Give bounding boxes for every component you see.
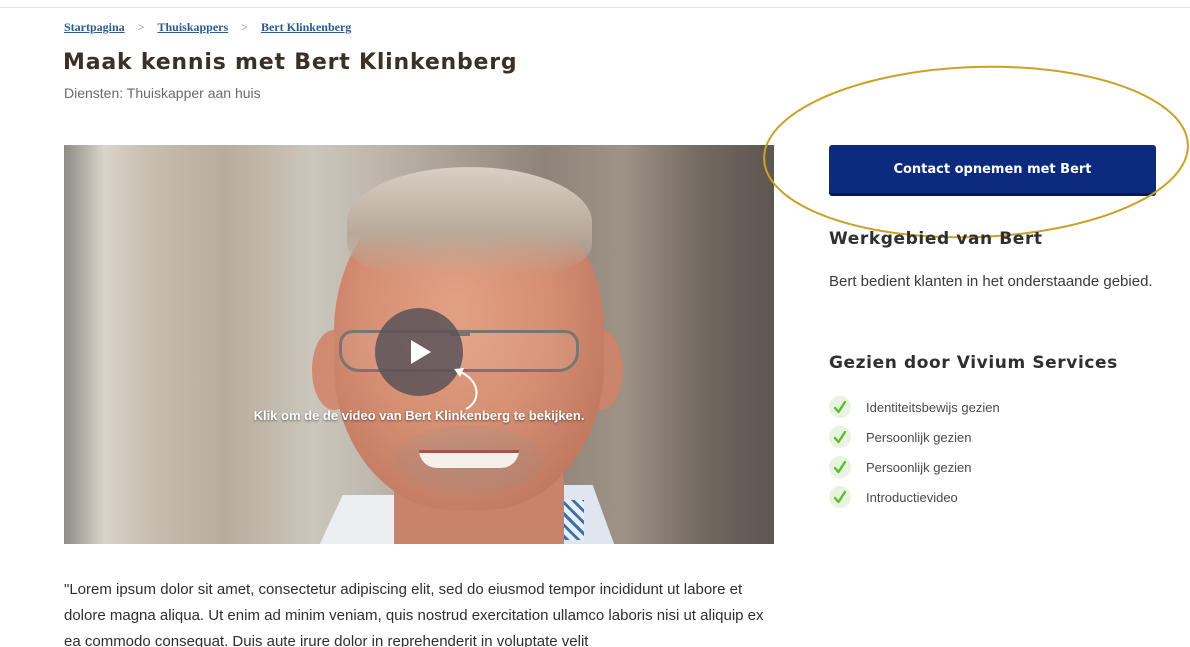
breadcrumb-current[interactable]: Bert Klinkenberg bbox=[261, 20, 351, 34]
services-text: Diensten: Thuiskapper aan huis bbox=[64, 85, 261, 101]
check-icon bbox=[829, 486, 851, 508]
video-caption: Klik om de de video van Bert Klinkenberg… bbox=[253, 408, 585, 423]
play-icon bbox=[411, 340, 431, 364]
verified-list: Identiteitsbewijs gezien Persoonlijk gez… bbox=[829, 392, 1000, 512]
list-item: Identiteitsbewijs gezien bbox=[829, 392, 1000, 422]
list-item: Persoonlijk gezien bbox=[829, 422, 1000, 452]
werkgebied-text: Bert bedient klanten in het onderstaande… bbox=[829, 273, 1153, 290]
verified-item-label: Persoonlijk gezien bbox=[866, 429, 972, 445]
verified-heading: Gezien door Vivium Services bbox=[829, 353, 1118, 373]
list-item: Introductievideo bbox=[829, 482, 1000, 512]
play-button[interactable] bbox=[375, 308, 463, 396]
breadcrumb-thuiskappers[interactable]: Thuiskappers bbox=[157, 20, 228, 34]
video-thumbnail-shape bbox=[347, 167, 592, 277]
page-title: Maak kennis met Bert Klinkenberg bbox=[63, 50, 518, 75]
verified-item-label: Identiteitsbewijs gezien bbox=[866, 399, 1000, 415]
list-item: Persoonlijk gezien bbox=[829, 452, 1000, 482]
check-icon bbox=[829, 396, 851, 418]
breadcrumb-separator: > bbox=[241, 20, 248, 34]
verified-item-label: Persoonlijk gezien bbox=[866, 459, 972, 475]
verified-item-label: Introductievideo bbox=[866, 489, 958, 505]
breadcrumb-startpagina[interactable]: Startpagina bbox=[64, 20, 125, 34]
contact-button[interactable]: Contact opnemen met Bert bbox=[829, 145, 1156, 193]
top-divider bbox=[0, 7, 1190, 8]
breadcrumb: Startpagina > Thuiskappers > Bert Klinkenber… bbox=[64, 20, 351, 35]
breadcrumb-separator: > bbox=[137, 20, 145, 34]
video-player[interactable]: Klik om de de video van Bert Klinkenberg… bbox=[64, 145, 774, 544]
werkgebied-heading: Werkgebied van Bert bbox=[829, 229, 1043, 249]
bio-text: "Lorem ipsum dolor sit amet, consectetur… bbox=[64, 581, 764, 647]
check-icon bbox=[829, 426, 851, 448]
check-icon bbox=[829, 456, 851, 478]
video-thumbnail-shape bbox=[419, 450, 519, 468]
